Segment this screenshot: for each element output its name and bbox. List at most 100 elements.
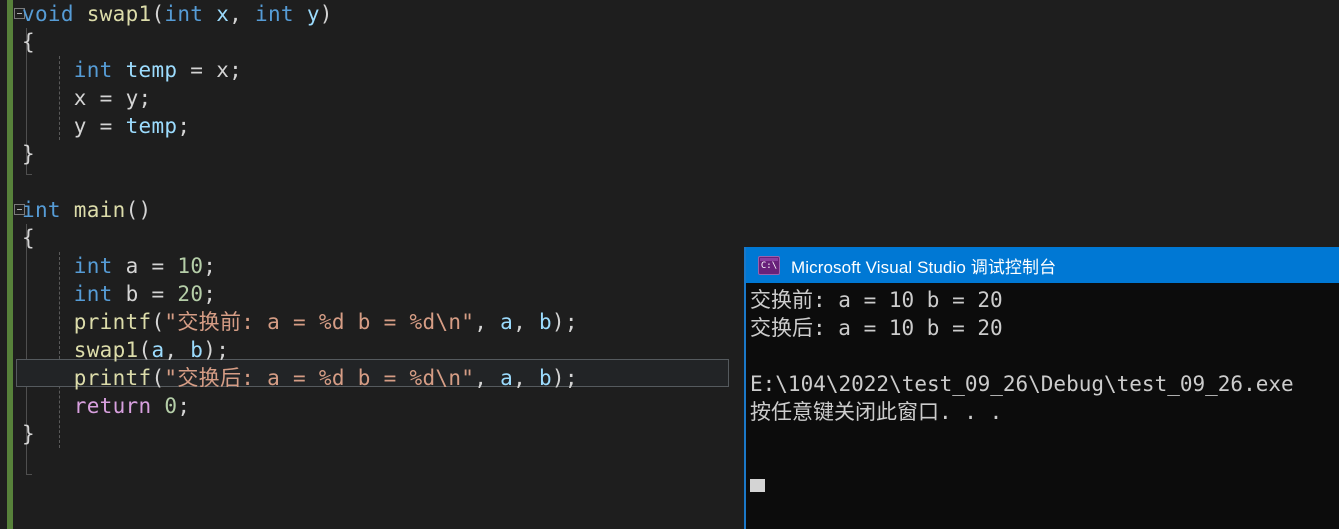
code-line[interactable]: return 0;: [0, 392, 745, 420]
code-token: }: [22, 422, 35, 446]
code-token: {: [22, 30, 35, 54]
code-token: ;: [203, 254, 217, 278]
code-token: (): [125, 198, 152, 222]
code-line[interactable]: }: [0, 140, 745, 168]
debug-console-window[interactable]: C:\ Microsoft Visual Studio 调试控制台 交换前: a…: [744, 247, 1339, 529]
console-output-area[interactable]: 交换前: a = 10 b = 20 交换后: a = 10 b = 20 E:\1…: [746, 283, 1339, 529]
code-token: 20: [177, 282, 204, 306]
code-token: (: [151, 2, 165, 26]
code-token: b: [538, 366, 552, 390]
console-window-title: Microsoft Visual Studio 调试控制台: [791, 257, 1057, 277]
code-token: );: [551, 366, 578, 390]
code-token: ;: [229, 58, 243, 82]
code-token: main: [73, 198, 126, 222]
code-token: "交换后: a = %d b = %d\n": [164, 366, 475, 390]
code-line[interactable]: y = temp;: [0, 112, 745, 140]
code-line[interactable]: swap1(a, b);: [0, 336, 745, 364]
code-token: int: [73, 58, 113, 82]
code-token: ,: [513, 366, 539, 390]
code-line-text: }: [22, 420, 35, 448]
code-line[interactable]: int b = 20;: [0, 280, 745, 308]
code-token: =: [86, 114, 126, 138]
code-token: (: [151, 366, 165, 390]
code-line[interactable]: }: [0, 420, 745, 448]
code-lines-container[interactable]: void swap1(int x, int y){ int temp = x; …: [0, 0, 745, 529]
code-token: a: [151, 338, 165, 362]
code-token: swap1: [73, 338, 139, 362]
code-line[interactable]: {: [0, 224, 745, 252]
code-line-text: int b = 20;: [22, 280, 216, 308]
code-token: ,: [474, 310, 501, 334]
code-line[interactable]: int main(): [0, 196, 745, 224]
code-token: a: [500, 310, 514, 334]
code-line-text: }: [22, 140, 35, 168]
code-token: a: [500, 366, 514, 390]
console-window-icon: C:\: [758, 255, 780, 275]
code-line-text: printf("交换前: a = %d b = %d\n", a, b);: [22, 308, 578, 336]
code-token: ,: [474, 366, 501, 390]
code-token: 0: [164, 394, 178, 418]
code-token: ,: [164, 338, 191, 362]
code-token: ;: [177, 394, 191, 418]
code-line[interactable]: x = y;: [0, 84, 745, 112]
code-token: {: [22, 226, 35, 250]
console-window-icon-text: C:\: [760, 260, 778, 271]
code-line[interactable]: {: [0, 28, 745, 56]
code-token: );: [203, 338, 230, 362]
code-line-text: printf("交换后: a = %d b = %d\n", a, b);: [22, 364, 578, 392]
console-titlebar[interactable]: C:\ Microsoft Visual Studio 调试控制台: [746, 247, 1339, 283]
code-token: int: [255, 2, 294, 26]
code-line-text: int temp = x;: [22, 56, 242, 84]
code-line-text: {: [22, 224, 35, 252]
code-line-text: swap1(a, b);: [22, 336, 229, 364]
code-token: int: [164, 2, 204, 26]
code-token: return: [73, 394, 152, 418]
code-token: int: [73, 254, 113, 278]
code-token: ;: [177, 114, 191, 138]
code-line[interactable]: [0, 168, 745, 196]
code-token: (: [151, 310, 165, 334]
code-token: 10: [177, 254, 204, 278]
code-line-text: int a = 10;: [22, 252, 216, 280]
console-output-line: 交换前: a = 10 b = 20: [750, 288, 1003, 312]
code-line[interactable]: void swap1(int x, int y): [0, 0, 745, 28]
code-token: ): [319, 2, 333, 26]
screen-root: void swap1(int x, int y){ int temp = x; …: [0, 0, 1339, 529]
code-token: x: [216, 2, 230, 26]
code-line-text: return 0;: [22, 392, 190, 420]
code-token: b: [125, 282, 139, 306]
code-token: int: [73, 282, 113, 306]
code-token: y: [306, 2, 320, 26]
code-line[interactable]: printf("交换后: a = %d b = %d\n", a, b);: [0, 364, 745, 392]
code-token: x: [216, 58, 230, 82]
code-line-text: {: [22, 28, 35, 56]
code-line-text: y = temp;: [22, 112, 190, 140]
code-token: a: [125, 254, 139, 278]
code-line[interactable]: int temp = x;: [0, 56, 745, 84]
code-token: printf: [73, 366, 152, 390]
code-token: ,: [229, 2, 256, 26]
console-output-line: E:\104\2022\test_09_26\Debug\test_09_26.…: [750, 372, 1294, 396]
code-line[interactable]: int a = 10;: [0, 252, 745, 280]
code-token: int: [22, 198, 61, 222]
code-token: ;: [138, 86, 152, 110]
code-line-text: x = y;: [22, 84, 151, 112]
code-line[interactable]: printf("交换前: a = %d b = %d\n", a, b);: [0, 308, 745, 336]
code-token: ,: [513, 310, 539, 334]
code-token: );: [551, 310, 578, 334]
code-line-text: void swap1(int x, int y): [22, 0, 333, 28]
console-output-line: 按任意键关闭此窗口. . .: [750, 400, 1003, 424]
code-token: =: [86, 86, 126, 110]
